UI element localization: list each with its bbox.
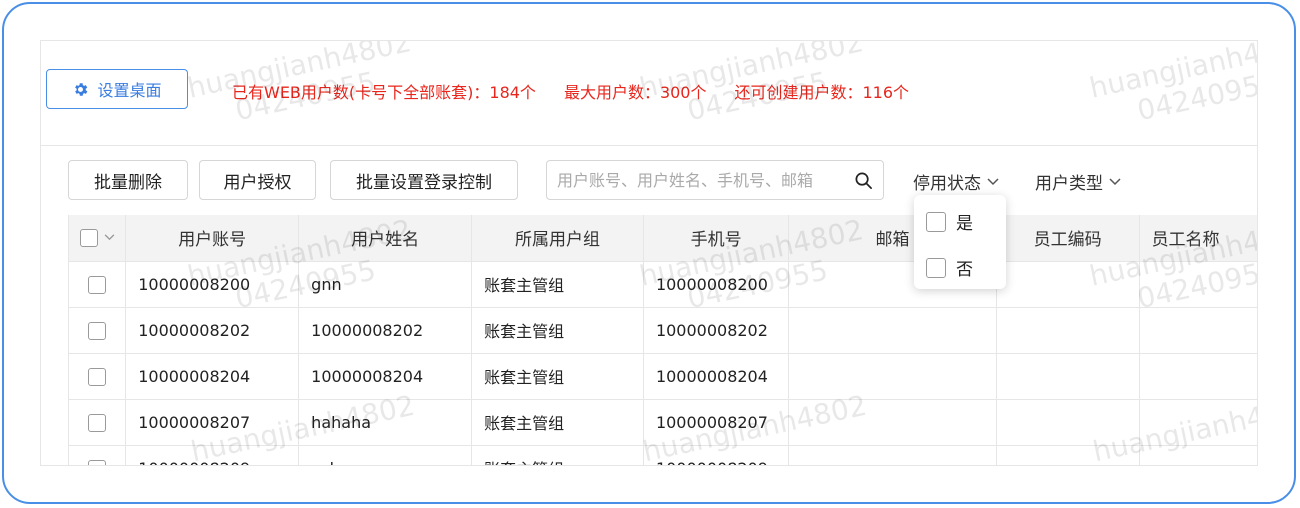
select-all-checkbox[interactable]	[79, 228, 98, 247]
row-select-cell	[67, 445, 126, 465]
table-row[interactable]: 10000008207 hahaha 账套主管组 10000008207	[67, 399, 1257, 446]
column-header-employee-name[interactable]: 员工名称	[1138, 215, 1257, 262]
chevron-down-icon	[987, 177, 999, 186]
batch-login-control-button[interactable]: 批量设置登录控制	[330, 160, 518, 200]
set-desktop-button[interactable]: 设置桌面	[46, 69, 188, 109]
email-cell	[788, 307, 997, 354]
employee-name-cell	[1138, 399, 1257, 446]
email-cell	[788, 445, 997, 465]
employee-name-cell	[1138, 445, 1257, 465]
row-select-cell	[67, 399, 126, 446]
email-cell	[788, 353, 997, 400]
disabled-status-label: 停用状态	[913, 174, 981, 194]
name-cell: gnn	[298, 261, 472, 308]
name-cell: 10000008202	[298, 307, 472, 354]
row-checkbox[interactable]	[88, 321, 107, 340]
row-select-cell	[67, 307, 126, 354]
table-row[interactable]: 10000008200 gnn 账套主管组 10000008200	[67, 261, 1257, 308]
max-user-count: 最大用户数：300个	[563, 83, 707, 102]
remaining-user-count: 还可创建用户数：116个	[734, 83, 910, 102]
column-header-group[interactable]: 所属用户组	[471, 215, 644, 262]
name-cell: hahaha	[298, 399, 472, 446]
column-header-employee-code[interactable]: 员工编码	[995, 215, 1140, 262]
employee-code-cell	[995, 445, 1140, 465]
group-cell: 账套主管组	[471, 307, 644, 354]
disabled-option-no[interactable]: 否	[926, 255, 973, 280]
row-checkbox[interactable]	[88, 413, 107, 432]
employee-name-cell	[1138, 307, 1257, 354]
account-cell: 10000008202	[125, 307, 299, 354]
group-cell: 账套主管组	[471, 353, 644, 400]
search-box	[546, 160, 884, 200]
option-label: 否	[956, 260, 973, 280]
option-checkbox[interactable]	[926, 211, 946, 232]
disabled-status-dropdown: 是 否	[914, 195, 1006, 289]
email-cell	[788, 399, 997, 446]
account-cell: 10000008204	[125, 353, 299, 400]
column-header-name[interactable]: 用户姓名	[298, 215, 472, 262]
column-header-phone[interactable]: 手机号	[642, 215, 789, 262]
search-input[interactable]	[547, 169, 849, 191]
disabled-option-yes[interactable]: 是	[926, 209, 973, 234]
disabled-status-filter[interactable]: 停用状态	[913, 169, 999, 194]
employee-code-cell	[995, 261, 1140, 308]
option-checkbox[interactable]	[926, 257, 946, 278]
web-user-count: 已有WEB用户数(卡号下全部账套)：184个	[232, 83, 536, 102]
employee-code-cell	[995, 307, 1140, 354]
summary-bar: 设置桌面 已有WEB用户数(卡号下全部账套)：184个 最大用户数：300个 还…	[41, 41, 1257, 146]
employee-code-cell	[995, 399, 1140, 446]
user-count-stats: 已有WEB用户数(卡号下全部账套)：184个 最大用户数：300个 还可创建用户…	[232, 79, 937, 103]
name-cell: 10000008204	[298, 353, 472, 400]
row-checkbox[interactable]	[88, 367, 107, 386]
user-type-filter[interactable]: 用户类型	[1035, 169, 1121, 194]
row-select-cell	[67, 353, 126, 400]
table-row[interactable]: 10000008209 sube 账套主管组 10000008209	[67, 445, 1257, 465]
chevron-down-icon	[1109, 177, 1121, 186]
name-cell: sube	[298, 445, 472, 465]
account-cell: 10000008207	[125, 399, 299, 446]
chevron-down-icon[interactable]	[104, 234, 115, 241]
user-authorize-button[interactable]: 用户授权	[199, 160, 316, 200]
phone-cell: 10000008202	[642, 307, 789, 354]
row-select-cell	[67, 261, 126, 308]
option-label: 是	[956, 214, 973, 234]
group-cell: 账套主管组	[471, 261, 644, 308]
user-type-label: 用户类型	[1035, 174, 1103, 194]
table-row[interactable]: 10000008204 10000008204 账套主管组 1000000820…	[67, 353, 1257, 400]
row-checkbox[interactable]	[88, 275, 107, 294]
table-header-row: 用户账号 用户姓名 所属用户组 手机号 邮箱 员工编码 员工名称	[67, 215, 1257, 262]
user-table: 用户账号 用户姓名 所属用户组 手机号 邮箱 员工编码 员工名称 1000000…	[67, 215, 1257, 465]
column-header-account[interactable]: 用户账号	[125, 215, 299, 262]
batch-delete-button[interactable]: 批量删除	[68, 160, 188, 200]
set-desktop-label: 设置桌面	[97, 81, 162, 100]
toolbar: 批量删除 用户授权 批量设置登录控制 停用状态 用户类型	[41, 145, 1257, 217]
phone-cell: 10000008204	[642, 353, 789, 400]
user-management-panel: 设置桌面 已有WEB用户数(卡号下全部账套)：184个 最大用户数：300个 还…	[40, 40, 1258, 466]
table-row[interactable]: 10000008202 10000008202 账套主管组 1000000820…	[67, 307, 1257, 354]
phone-cell: 10000008209	[642, 445, 789, 465]
account-cell: 10000008209	[125, 445, 299, 465]
employee-name-cell	[1138, 353, 1257, 400]
group-cell: 账套主管组	[471, 445, 644, 465]
select-all-header	[67, 215, 126, 262]
gear-icon	[72, 81, 89, 98]
group-cell: 账套主管组	[471, 399, 644, 446]
phone-cell: 10000008200	[642, 261, 789, 308]
row-checkbox[interactable]	[88, 459, 107, 465]
phone-cell: 10000008207	[642, 399, 789, 446]
search-icon[interactable]	[854, 171, 873, 194]
employee-code-cell	[995, 353, 1140, 400]
employee-name-cell	[1138, 261, 1257, 308]
account-cell: 10000008200	[125, 261, 299, 308]
